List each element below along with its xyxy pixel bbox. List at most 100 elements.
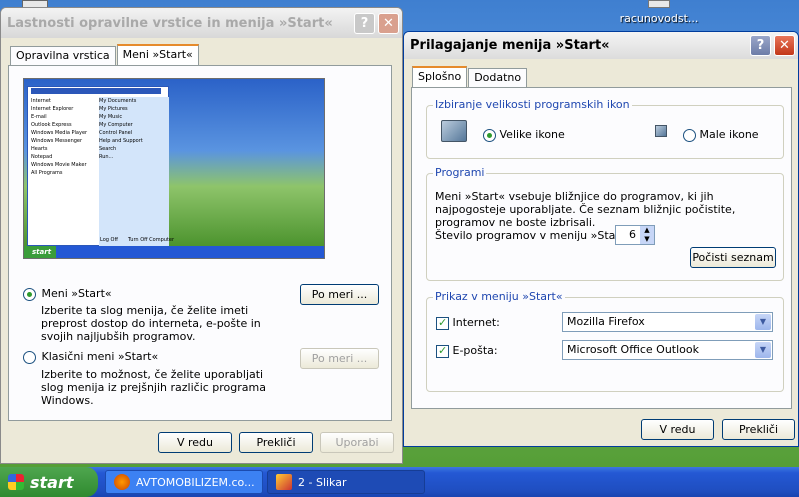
customize-start-menu-window: Prilagajanje menija »Start« ? ✕ Splošno … xyxy=(403,31,799,447)
programs-count-value: 6 xyxy=(629,228,636,241)
show-title: Prikaz v meniju »Start« xyxy=(433,290,565,303)
option-start-menu[interactable]: Meni »Start« xyxy=(23,287,112,301)
preview-item: Internet xyxy=(31,98,51,104)
preview-right-column: My Documents My Pictures My Music My Com… xyxy=(99,97,169,247)
preview-taskbar xyxy=(24,246,324,258)
window-title: Prilagajanje menija »Start« xyxy=(410,38,610,53)
preview-item: Hearts xyxy=(31,146,48,152)
cancel-button[interactable]: Prekliči xyxy=(239,432,313,453)
preview-item: My Computer xyxy=(99,122,133,128)
desktop-icon-label[interactable]: racunovodst... xyxy=(614,12,704,25)
apply-button[interactable]: Uporabi xyxy=(320,432,394,453)
windows-logo-icon xyxy=(8,474,24,490)
customize-start-button[interactable]: Po meri ... xyxy=(300,284,379,305)
tab-taskbar[interactable]: Opravilna vrstica xyxy=(10,46,116,65)
close-icon[interactable]: ✕ xyxy=(774,35,795,56)
email-select[interactable]: Microsoft Office Outlook ▼ xyxy=(562,340,773,360)
large-icons-label: Velike ikone xyxy=(499,128,565,141)
preview-item: E-mail xyxy=(31,114,47,120)
preview-item: Run... xyxy=(99,154,114,160)
internet-label: Internet: xyxy=(452,316,500,329)
start-menu-preview: Internet Internet Explorer E-mail Outloo… xyxy=(23,78,325,259)
preview-logoff: Log Off xyxy=(100,237,118,243)
checkbox-internet[interactable] xyxy=(436,316,449,330)
radio-classic-menu[interactable] xyxy=(23,350,36,364)
tab-start-menu[interactable]: Meni »Start« xyxy=(116,44,199,65)
chevron-down-icon[interactable]: ▼ xyxy=(755,342,771,358)
internet-value: Mozilla Firefox xyxy=(567,315,645,328)
ok-button[interactable]: V redu xyxy=(158,432,232,453)
programs-count-spinner[interactable]: 6 ▲ ▼ xyxy=(615,225,655,245)
title-bar[interactable]: Lastnosti opravilne vrstice in menija »S… xyxy=(1,8,402,38)
option-start-menu-desc: Izberite ta slog menija, če želite imeti… xyxy=(41,304,261,343)
clear-list-button[interactable]: Počisti seznam xyxy=(690,247,776,268)
preview-left-column: Internet Internet Explorer E-mail Outloo… xyxy=(31,97,97,177)
preview-item: Notepad xyxy=(31,154,53,160)
programs-desc: Meni »Start« vsebuje bližnjice do progra… xyxy=(435,190,736,229)
preview-menu: Internet Internet Explorer E-mail Outloo… xyxy=(27,86,174,247)
paint-icon xyxy=(276,474,292,490)
task-label: AVTOMOBILIZEM.co... xyxy=(136,475,255,489)
preview-item: My Documents xyxy=(99,98,137,104)
preview-item: Help and Support xyxy=(99,138,143,144)
taskbar-properties-window: Lastnosti opravilne vrstice in menija »S… xyxy=(0,7,403,464)
preview-item: My Music xyxy=(99,114,123,120)
help-icon[interactable]: ? xyxy=(750,35,771,56)
tab-strip: Opravilna vrstica Meni »Start« xyxy=(10,44,200,65)
title-bar[interactable]: Prilagajanje menija »Start« ? ✕ xyxy=(404,32,798,59)
icon-size-group: Izbiranje velikosti programskih ikon Vel… xyxy=(426,98,784,159)
internet-option[interactable]: Internet: xyxy=(436,316,500,330)
option-start-menu-label: Meni »Start« xyxy=(41,287,112,300)
start-button[interactable]: start xyxy=(0,467,98,497)
icon-size-title: Izbiranje velikosti programskih ikon xyxy=(433,98,632,111)
cancel-button[interactable]: Prekliči xyxy=(722,419,795,440)
preview-item: Outlook Express xyxy=(31,122,72,128)
option-classic-menu-label: Klasični meni »Start« xyxy=(41,350,159,363)
programs-title: Programi xyxy=(433,166,487,179)
help-icon[interactable]: ? xyxy=(354,12,375,34)
email-option[interactable]: E-pošta: xyxy=(436,344,498,358)
email-value: Microsoft Office Outlook xyxy=(567,343,699,356)
preview-item: All Programs xyxy=(31,170,63,176)
programs-count-label: Število programov v meniju »Start«: xyxy=(435,229,635,242)
preview-item: My Pictures xyxy=(99,106,128,112)
checkbox-email[interactable] xyxy=(436,344,449,358)
small-icons-label: Male ikone xyxy=(699,128,759,141)
preview-item: Control Panel xyxy=(99,130,133,136)
radio-large-icons[interactable] xyxy=(483,128,496,142)
radio-small-icons[interactable] xyxy=(683,128,696,142)
tab-general[interactable]: Splošno xyxy=(412,66,468,87)
taskbar: start AVTOMOBILIZEM.co... 2 - Slikar xyxy=(0,467,799,497)
preview-start-button: start xyxy=(24,246,56,258)
large-icon-monitor-icon xyxy=(441,120,467,142)
internet-select[interactable]: Mozilla Firefox ▼ xyxy=(562,312,773,332)
taskbar-item-paint[interactable]: 2 - Slikar xyxy=(267,470,425,494)
tab-strip: Splošno Dodatno xyxy=(412,66,528,87)
show-group: Prikaz v meniju »Start« Internet: Mozill… xyxy=(426,290,784,392)
small-icons-option[interactable]: Male ikone xyxy=(683,128,759,142)
customize-classic-button[interactable]: Po meri ... xyxy=(300,348,379,369)
desktop-folder-icon[interactable] xyxy=(648,0,670,8)
window-title: Lastnosti opravilne vrstice in menija »S… xyxy=(7,15,333,31)
preview-menu-header xyxy=(31,88,161,94)
radio-start-menu[interactable] xyxy=(23,287,36,301)
chevron-down-icon[interactable]: ▼ xyxy=(755,314,771,330)
option-classic-menu[interactable]: Klasični meni »Start« xyxy=(23,350,158,364)
email-label: E-pošta: xyxy=(452,344,498,357)
preview-item: Search xyxy=(99,146,117,152)
taskbar-item-firefox[interactable]: AVTOMOBILIZEM.co... xyxy=(105,470,263,494)
option-classic-menu-desc: Izberite to možnost, če želite uporablja… xyxy=(41,368,266,407)
preview-item: Windows Movie Maker xyxy=(31,162,87,168)
preview-item: Windows Media Player xyxy=(31,130,88,136)
large-icons-option[interactable]: Velike ikone xyxy=(483,128,565,142)
ok-button[interactable]: V redu xyxy=(641,419,714,440)
close-icon[interactable]: ✕ xyxy=(378,12,399,34)
spinner-arrows-icon[interactable]: ▲ ▼ xyxy=(640,226,654,244)
preview-item: Internet Explorer xyxy=(31,106,74,112)
preview-turnoff: Turn Off Computer xyxy=(128,237,175,243)
preview-item: Windows Messenger xyxy=(31,138,83,144)
firefox-icon xyxy=(114,474,130,490)
tab-advanced[interactable]: Dodatno xyxy=(468,68,528,87)
task-label: 2 - Slikar xyxy=(298,475,347,489)
programs-group: Programi Meni »Start« vsebuje bližnjice … xyxy=(426,166,784,281)
